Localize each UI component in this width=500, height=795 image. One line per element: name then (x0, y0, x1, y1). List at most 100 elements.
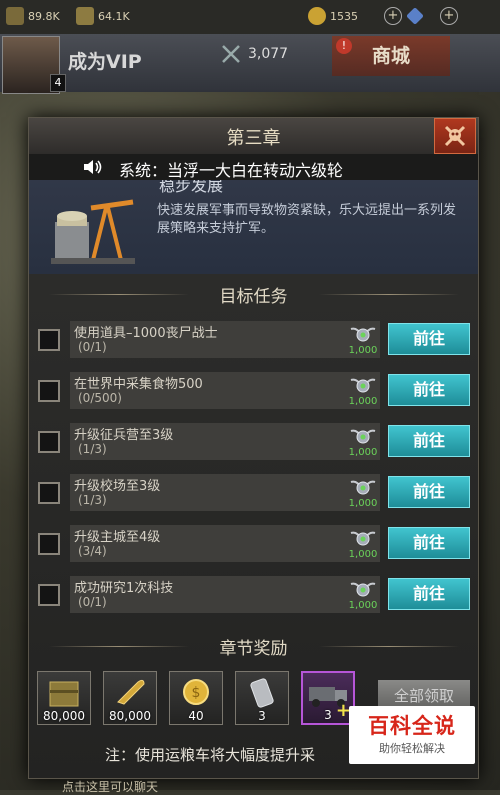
task-reward: 1,000 (349, 476, 377, 512)
task-name: 升级校场至3级 (74, 479, 161, 494)
crossed-swords-icon (222, 45, 240, 63)
task-reward: 1,000 (349, 323, 377, 359)
ammo-icon (76, 7, 94, 25)
task-name: 成功研究1次科技 (74, 581, 174, 596)
resource-2: 64.1K (76, 7, 130, 25)
task-row: 升级校场至3级 (1/3) 1,000 前往 (29, 474, 478, 514)
chat-hint[interactable]: 点击这里可以聊天 (62, 778, 158, 795)
task-body: 升级征兵营至3级 (1/3) (70, 423, 380, 460)
task-reward-amount: 1,000 (348, 600, 378, 611)
task-go-button[interactable]: 前往 (388, 476, 470, 508)
task-go-button[interactable]: 前往 (388, 374, 470, 406)
oil-rig-icon (47, 186, 139, 270)
gold-coin-icon: $ (183, 679, 209, 705)
task-reward: 1,000 (349, 425, 377, 461)
chapter-modal: 第三章 稳步发展 快速发展军事而导致物资紧缺，乐大远提出一系列发展策略来支持扩军… (28, 117, 479, 779)
vip-button[interactable]: 成为VIP (68, 47, 142, 74)
task-row: 升级征兵营至3级 (1/3) 1,000 前往 (29, 423, 478, 463)
winged-medal-icon (350, 378, 376, 393)
reward-count: 80,000 (109, 709, 151, 723)
task-reward-amount: 1,000 (348, 396, 378, 407)
close-button[interactable] (434, 118, 476, 154)
task-reward: 1,000 (349, 374, 377, 410)
skull-close-icon (444, 125, 466, 147)
watermark-title: 百科全说 (368, 714, 456, 738)
task-progress: (3/4) (78, 544, 107, 558)
tasks-title: 目标任务 (219, 287, 288, 307)
resource-bar: 89.8K 64.1K 1535 + + (0, 0, 500, 35)
winged-medal-icon (350, 327, 376, 342)
task-name: 在世界中采集食物500 (74, 377, 203, 392)
reward-count: 40 (188, 709, 204, 723)
watermark-subtitle: 助你轻松解决 (379, 742, 445, 755)
gold-resource: 1535 (308, 7, 358, 25)
reward-item[interactable]: 3 (235, 671, 289, 725)
task-go-button[interactable]: 前往 (388, 323, 470, 355)
bullet-icon (117, 679, 145, 705)
task-checkbox[interactable] (38, 380, 60, 402)
task-row: 成功研究1次科技 (0/1) 1,000 前往 (29, 576, 478, 616)
task-progress: (1/3) (78, 493, 107, 507)
task-name: 使用道具–1000丧尸战士 (74, 326, 218, 341)
task-checkbox[interactable] (38, 482, 60, 504)
note-text: 注：使用运粮车将大幅度提升采 (105, 746, 316, 764)
plus-icon: + (384, 7, 402, 25)
marquee-text: 系统：当浮一大白在转动六级轮 (119, 161, 344, 180)
task-progress: (0/500) (78, 391, 122, 405)
task-go-button[interactable]: 前往 (388, 527, 470, 559)
winged-medal-icon (350, 582, 376, 597)
reward-item[interactable]: 80,000 (37, 671, 91, 725)
system-marquee: 系统：当浮一大白在转动六级轮 (29, 154, 478, 180)
task-name: 升级主城至4级 (74, 530, 161, 545)
task-progress: (0/1) (78, 340, 107, 354)
rewards-title: 章节奖励 (219, 639, 288, 659)
task-checkbox[interactable] (38, 533, 60, 555)
task-body: 使用道具–1000丧尸战士 (0/1) (70, 321, 380, 358)
task-go-button[interactable]: 前往 (388, 578, 470, 610)
modal-title: 第三章 (226, 128, 281, 149)
reward-item[interactable]: $ 40 (169, 671, 223, 725)
task-go-button[interactable]: 前往 (388, 425, 470, 457)
task-row: 使用道具–1000丧尸战士 (0/1) 1,000 前往 (29, 321, 478, 361)
task-reward-amount: 1,000 (348, 447, 378, 458)
ammo-crate-icon (49, 681, 79, 707)
plus-icon: + (440, 7, 458, 25)
task-checkbox[interactable] (38, 584, 60, 606)
shop-badge: ! (336, 38, 352, 54)
chapter-description: 快速发展军事而导致物资紧缺，乐大远提出一系列发展策略来支持扩军。 (157, 203, 457, 236)
reward-item[interactable]: 80,000 (103, 671, 157, 725)
task-body: 成功研究1次科技 (0/1) (70, 576, 380, 613)
add-gems-button[interactable]: + (384, 7, 424, 25)
task-body: 在世界中采集食物500 (0/500) (70, 372, 380, 409)
winged-medal-icon (350, 480, 376, 495)
gem-icon (406, 7, 424, 25)
reward-count: 3 (258, 709, 266, 723)
watermark: 百科全说 助你轻松解决 (349, 706, 475, 764)
power-display: 3,077 (220, 42, 330, 66)
task-name: 升级征兵营至3级 (74, 428, 174, 443)
add-resource-button[interactable]: + (440, 7, 458, 25)
task-body: 升级校场至3级 (1/3) (70, 474, 380, 511)
gold-coin-icon (308, 7, 326, 25)
task-checkbox[interactable] (38, 431, 60, 453)
chapter-card: 稳步发展 快速发展军事而导致物资紧缺，乐大远提出一系列发展策略来支持扩军。 (29, 176, 478, 274)
winged-medal-icon (350, 531, 376, 546)
resource-1: 89.8K (6, 7, 60, 25)
task-reward-amount: 1,000 (348, 345, 378, 356)
modal-header: 第三章 (29, 118, 478, 155)
reward-item[interactable]: 3 + (301, 671, 355, 725)
task-body: 升级主城至4级 (3/4) (70, 525, 380, 562)
task-reward-amount: 1,000 (348, 549, 378, 560)
canister-icon (250, 678, 274, 708)
speaker-icon (84, 160, 102, 174)
avatar-level: 4 (50, 74, 66, 92)
svg-text:$: $ (192, 685, 201, 701)
winged-medal-icon (350, 429, 376, 444)
task-progress: (1/3) (78, 442, 107, 456)
task-checkbox[interactable] (38, 329, 60, 351)
reward-count: 80,000 (43, 709, 85, 723)
crate-icon (6, 7, 24, 25)
task-reward: 1,000 (349, 527, 377, 563)
task-row: 升级主城至4级 (3/4) 1,000 前往 (29, 525, 478, 565)
task-reward-amount: 1,000 (348, 498, 378, 509)
